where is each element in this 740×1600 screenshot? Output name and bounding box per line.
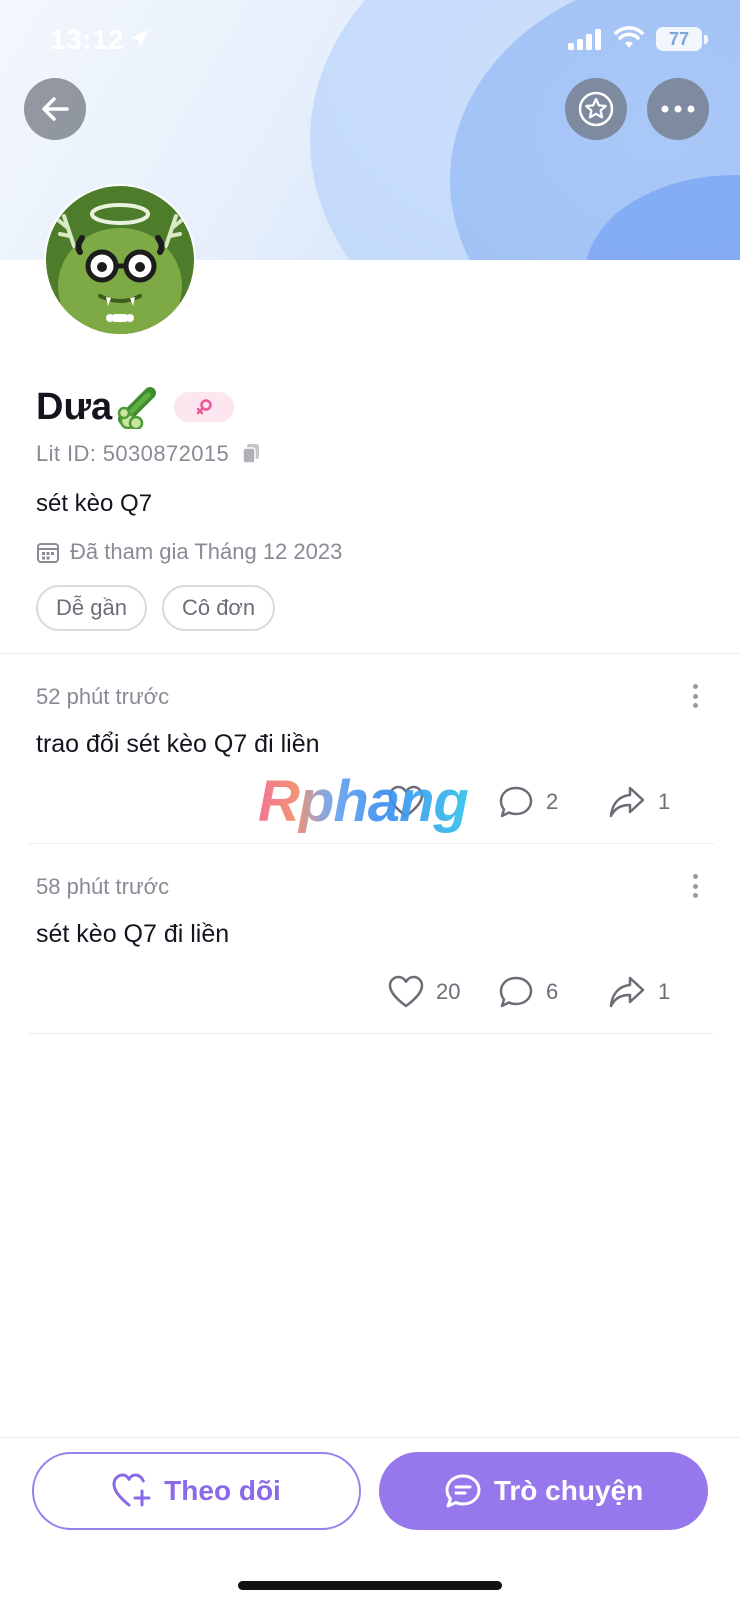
share-icon (609, 786, 645, 818)
share-icon (609, 976, 645, 1008)
comment-count: 6 (546, 979, 559, 1004)
share-count: 1 (658, 979, 671, 1004)
like-button[interactable]: 20 (388, 972, 460, 1012)
profile-bio: sét kèo Q7 (36, 490, 153, 517)
more-icon (661, 105, 695, 113)
status-bar: 13:12 77 (0, 0, 740, 80)
back-button[interactable] (24, 78, 86, 140)
comment-count: 2 (546, 789, 559, 814)
chat-button[interactable]: Trò chuyện (379, 1452, 708, 1530)
star-icon (578, 91, 614, 127)
calendar-icon (37, 543, 59, 563)
tag-chip[interactable]: Dễ gần (36, 585, 147, 631)
share-count: 1 (658, 789, 671, 814)
home-indicator (238, 1581, 502, 1590)
post-time: 52 phút trước (36, 684, 170, 709)
status-time: 13:12 (50, 24, 125, 55)
female-icon (196, 399, 212, 415)
heart-icon (388, 975, 424, 1008)
comment-icon (499, 976, 533, 1008)
bottom-action-bar: Theo dõi Trò chuyện (0, 1437, 740, 1600)
comment-button[interactable]: 2 (498, 782, 558, 822)
share-button[interactable]: 1 (608, 782, 670, 822)
back-arrow-icon (42, 97, 69, 121)
post-actions: 20 6 1 (388, 972, 708, 1012)
interest-tags: Dễ gần Cô đơn (36, 585, 290, 631)
watermark-logo: Rphang (258, 769, 469, 834)
like-count: 20 (436, 979, 461, 1004)
copy-icon[interactable] (241, 443, 261, 465)
heart-plus-icon (112, 1473, 151, 1507)
profile-name: Dưa (36, 385, 113, 428)
post-card[interactable]: 58 phút trước sét kèo Q7 đi liền 20 6 1 (28, 844, 714, 1034)
tag-chip[interactable]: Cô đơn (161, 585, 276, 631)
post-more-icon[interactable] (690, 684, 700, 708)
signal-icon (568, 29, 601, 50)
cucumber-icon (117, 387, 157, 429)
avatar-image (46, 186, 194, 334)
comment-icon (499, 786, 533, 818)
location-arrow-icon (130, 30, 148, 48)
post-text: sét kèo Q7 đi liền (36, 920, 230, 948)
follow-label: Theo dõi (164, 1475, 281, 1506)
joined-row: Đã tham gia Tháng 12 2023 (36, 539, 342, 565)
profile-name-row: Dưa (36, 384, 235, 430)
lit-id: Lit ID: 5030872015 (36, 441, 230, 466)
more-options-button[interactable] (647, 78, 709, 140)
battery-indicator: 77 (656, 27, 702, 51)
wifi-icon (614, 26, 644, 48)
follow-button[interactable]: Theo dõi (32, 1452, 361, 1530)
comment-button[interactable]: 6 (498, 972, 558, 1012)
post-more-icon[interactable] (690, 874, 700, 898)
chat-icon (445, 1474, 481, 1508)
joined-date: Đã tham gia Tháng 12 2023 (70, 539, 343, 564)
lit-id-row: Lit ID: 5030872015 (36, 441, 261, 467)
favorite-button[interactable] (565, 78, 627, 140)
avatar[interactable] (44, 184, 196, 336)
post-time: 58 phút trước (36, 874, 170, 899)
share-button[interactable]: 1 (608, 972, 670, 1012)
gender-badge (174, 392, 235, 422)
post-text: trao đổi sét kèo Q7 đi liền (36, 730, 320, 758)
chat-label: Trò chuyện (493, 1475, 644, 1506)
